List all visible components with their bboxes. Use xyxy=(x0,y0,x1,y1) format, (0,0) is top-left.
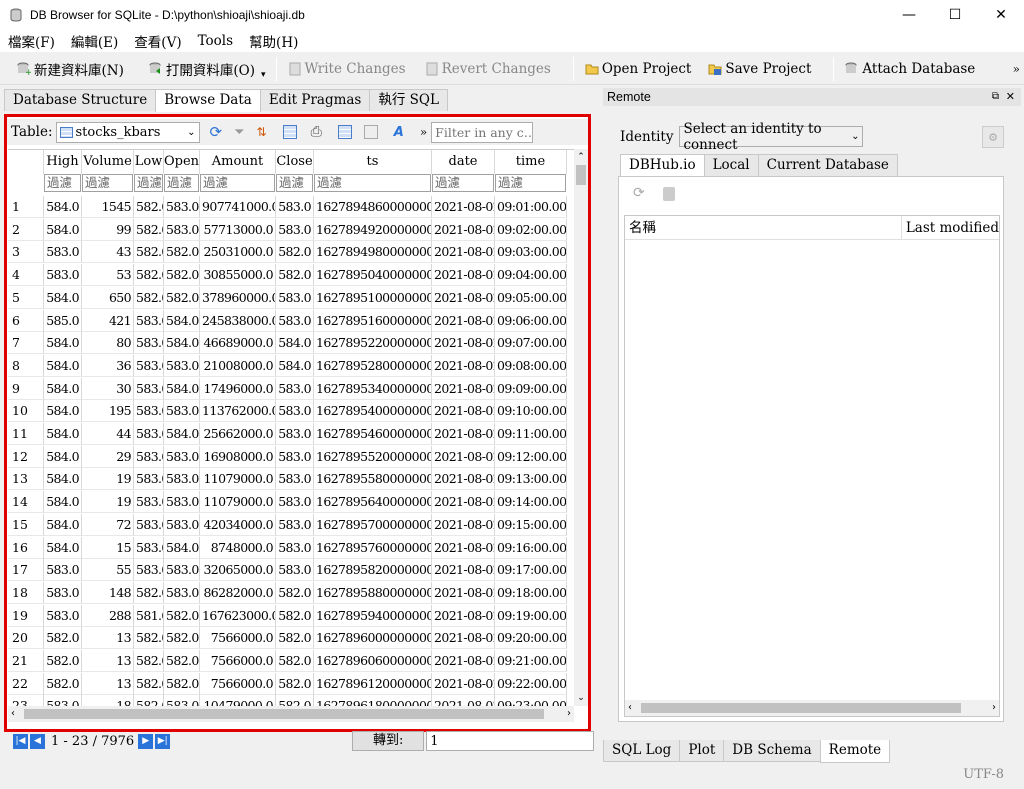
title-bar: DB Browser for SQLite - D:\python\shioaj… xyxy=(0,0,1024,30)
scroll-right-icon[interactable]: › xyxy=(992,700,996,716)
menu-bar: 檔案(F) 編輯(E) 查看(V) Tools 幫助(H) xyxy=(0,30,1024,52)
attach-database-label: Attach Database xyxy=(862,60,976,77)
tab-browse-data[interactable]: Browse Data xyxy=(155,89,261,112)
column-name-header[interactable]: 名稱 xyxy=(625,216,902,239)
tab-execute-sql[interactable]: 執行 SQL xyxy=(369,89,448,111)
menu-tools[interactable]: Tools xyxy=(198,33,233,49)
remote-list-header: 名稱 Last modified xyxy=(625,216,999,240)
remote-title-label: Remote xyxy=(607,90,651,104)
menu-file[interactable]: 檔案(F) xyxy=(8,31,55,51)
tab-plot[interactable]: Plot xyxy=(679,740,725,762)
window-title: DB Browser for SQLite - D:\python\shioaj… xyxy=(30,8,305,22)
svg-text:+: + xyxy=(25,68,31,76)
tab-sql-log[interactable]: SQL Log xyxy=(603,740,681,762)
menu-edit[interactable]: 編輯(E) xyxy=(71,31,118,51)
write-changes-button[interactable]: Write Changes xyxy=(281,56,412,82)
record-range-label: 1 - 23 / 7976 xyxy=(51,733,135,749)
float-panel-icon[interactable]: ⧉ xyxy=(992,88,999,106)
scroll-left-icon[interactable]: ‹ xyxy=(628,700,632,716)
write-changes-label: Write Changes xyxy=(304,60,406,77)
tab-database-structure[interactable]: Database Structure xyxy=(4,89,157,111)
goto-label: 轉到: xyxy=(373,733,404,748)
open-project-icon xyxy=(584,61,600,77)
save-project-icon xyxy=(707,61,723,77)
main-tabs: Database Structure Browse Data Edit Prag… xyxy=(4,89,448,112)
toolbar-separator xyxy=(833,56,835,81)
main-toolbar: + 新建資料庫(N) 打開資料庫(O) ▾ Write Changes Reve… xyxy=(0,53,1024,85)
minimize-button[interactable]: — xyxy=(886,0,932,30)
revert-changes-label: Revert Changes xyxy=(441,60,551,77)
last-record-icon[interactable]: ▶| xyxy=(155,733,171,749)
open-database-button[interactable]: 打開資料庫(O) ▾ xyxy=(142,56,272,82)
maximize-button[interactable]: ☐ xyxy=(932,0,978,30)
identity-row: Identity Select an identity to connect ⌄ xyxy=(620,121,864,153)
new-database-button[interactable]: + 新建資料庫(N) xyxy=(10,56,130,82)
status-bar: UTF-8 xyxy=(0,763,1024,789)
dbhub-panel: ⟳ 名稱 Last modified ‹ › xyxy=(618,176,1004,722)
remote-panel-title: Remote ⧉ ✕ xyxy=(603,88,1021,106)
open-project-label: Open Project xyxy=(601,60,692,77)
save-project-label: Save Project xyxy=(725,60,812,77)
tab-edit-pragmas[interactable]: Edit Pragmas xyxy=(259,89,371,111)
next-record-icon[interactable]: ▶ xyxy=(138,733,154,749)
chevron-down-icon[interactable]: ▾ xyxy=(261,70,266,80)
close-panel-icon[interactable]: ✕ xyxy=(1006,88,1015,106)
revert-changes-icon xyxy=(424,61,440,77)
goto-input[interactable] xyxy=(426,731,595,751)
close-button[interactable]: ✕ xyxy=(978,0,1024,30)
goto-button[interactable]: 轉到: xyxy=(352,731,425,751)
revert-changes-button[interactable]: Revert Changes xyxy=(418,56,557,82)
tab-current-database[interactable]: Current Database xyxy=(757,154,898,176)
tab-local[interactable]: Local xyxy=(703,154,759,176)
tab-db-schema[interactable]: DB Schema xyxy=(723,740,821,762)
previous-record-icon[interactable]: ◀ xyxy=(30,733,45,749)
identity-settings-button[interactable]: ⚙ xyxy=(982,126,1004,148)
column-last-modified-header[interactable]: Last modified xyxy=(902,216,999,239)
refresh-remote-icon[interactable]: ⟳ xyxy=(633,185,645,201)
write-changes-icon xyxy=(287,61,303,77)
toolbar-separator xyxy=(572,56,574,81)
open-database-icon xyxy=(148,61,164,77)
attach-database-icon xyxy=(844,61,860,77)
identity-select-value: Select an identity to connect xyxy=(683,120,822,153)
save-project-button[interactable]: Save Project xyxy=(701,56,817,82)
remote-hscroll-thumb[interactable] xyxy=(641,703,961,713)
dock-tabs: SQL Log Plot DB Schema Remote xyxy=(603,740,891,763)
menu-view[interactable]: 查看(V) xyxy=(134,31,181,51)
tab-remote[interactable]: Remote xyxy=(819,740,891,763)
toolbar-overflow-button[interactable]: » xyxy=(1013,62,1020,76)
identity-select[interactable]: Select an identity to connect ⌄ xyxy=(679,121,864,153)
open-project-button[interactable]: Open Project xyxy=(578,56,698,82)
record-navigation-bar: |◀ ◀ 1 - 23 / 7976 ▶ ▶| 轉到: xyxy=(7,730,597,752)
first-record-icon[interactable]: |◀ xyxy=(13,733,28,749)
remote-tabs: DBHub.io Local Current Database xyxy=(620,154,898,177)
settings-icon: ⚙ xyxy=(988,130,998,144)
chevron-down-icon: ⌄ xyxy=(851,131,860,142)
remote-list-hscroll[interactable]: ‹ › xyxy=(625,700,999,716)
remote-file-list[interactable]: 名稱 Last modified ‹ › xyxy=(624,215,1000,717)
open-database-label: 打開資料庫(O) xyxy=(165,62,255,79)
identity-label: Identity xyxy=(620,128,674,145)
tab-dbhub[interactable]: DBHub.io xyxy=(620,154,705,177)
db-app-icon xyxy=(8,7,24,23)
new-database-icon: + xyxy=(16,61,32,77)
highlight-annotation-box xyxy=(4,114,591,732)
toolbar-separator xyxy=(275,56,277,81)
attach-database-button[interactable]: Attach Database xyxy=(838,56,981,82)
clone-database-icon[interactable] xyxy=(663,187,675,201)
encoding-label: UTF-8 xyxy=(963,767,1004,782)
new-database-label: 新建資料庫(N) xyxy=(34,62,124,79)
menu-help[interactable]: 幫助(H) xyxy=(249,31,298,51)
